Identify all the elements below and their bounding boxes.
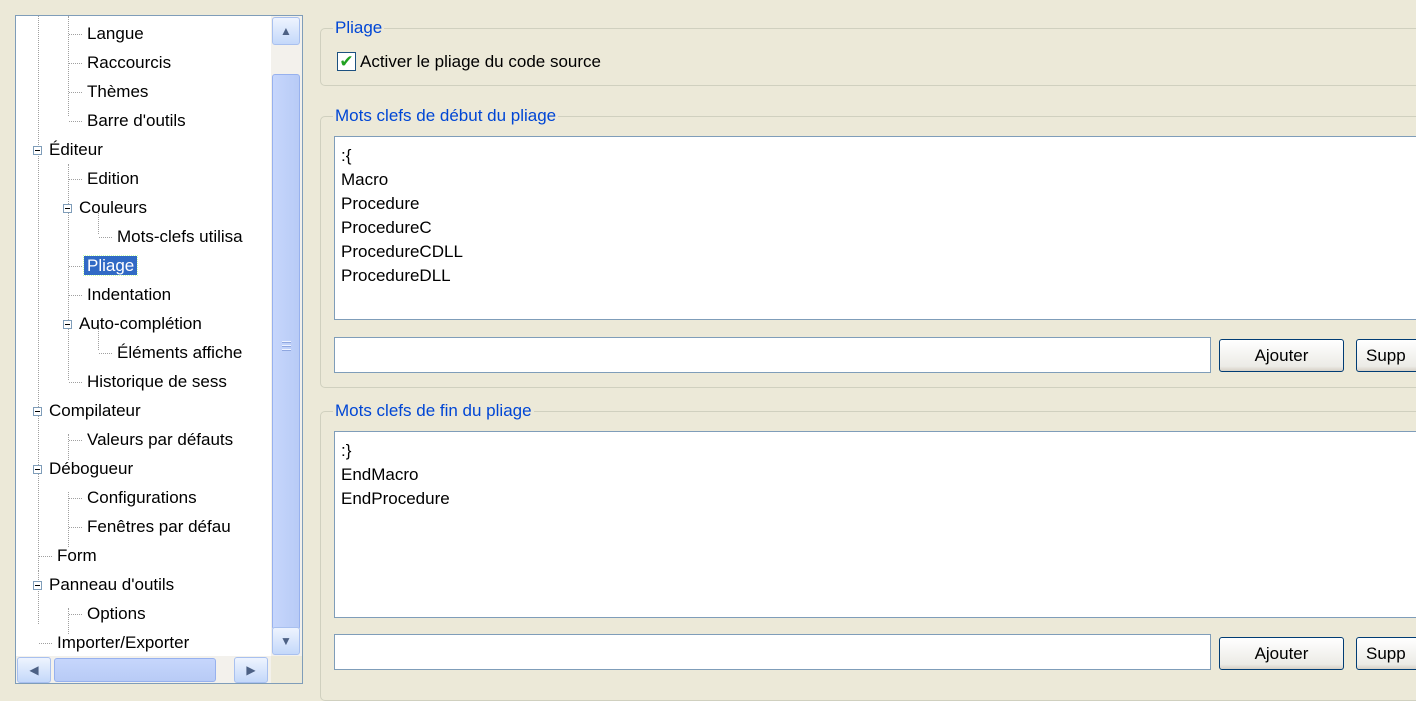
tree-item-label: Couleurs — [79, 198, 148, 217]
tree-item-label: Éléments affiche — [117, 343, 243, 362]
tree-line — [68, 164, 69, 380]
collapse-icon[interactable] — [33, 146, 42, 155]
settings-tree-panel: Langue Raccourcis Thèmes Barre d'outils … — [15, 15, 303, 684]
tree-item-label: Configurations — [87, 488, 197, 507]
add-start-keyword-button[interactable]: Ajouter — [1219, 339, 1344, 372]
tree-item-label: Form — [57, 546, 97, 565]
keyword-list-item[interactable]: :{ — [335, 144, 1416, 168]
tree-item-label: Raccourcis — [87, 53, 172, 72]
tree-line — [68, 492, 69, 547]
tree-item-label: Historique de sess — [87, 372, 227, 391]
tree-horizontal-scrollbar[interactable]: ◀ ▶ — [16, 656, 302, 683]
scroll-thumb[interactable] — [272, 74, 300, 630]
keyword-list-item[interactable]: ProcedureCDLL — [335, 240, 1416, 264]
keyword-list-item[interactable]: Procedure — [335, 192, 1416, 216]
start-keywords-list[interactable]: :{Macro Procedure ProcedureC ProcedureCDLL P… — [334, 136, 1416, 320]
scroll-left-button[interactable]: ◀ — [17, 657, 51, 683]
tree-item-label: Fenêtres par défau — [87, 517, 231, 536]
tree-line — [38, 571, 39, 624]
add-end-keyword-button[interactable]: Ajouter — [1219, 637, 1344, 670]
keyword-list-item[interactable]: :} — [335, 439, 1416, 463]
scroll-down-button[interactable]: ▼ — [272, 627, 300, 655]
tree-item-label: Edition — [87, 169, 139, 188]
tree-item-indentation[interactable]: Indentation — [69, 281, 174, 310]
tree-item-label: Pliage — [82, 255, 139, 276]
tree-item-label: Options — [87, 604, 146, 623]
scroll-right-button[interactable]: ▶ — [234, 657, 268, 683]
end-keywords-list[interactable]: :} EndMacro EndProcedure — [334, 431, 1416, 618]
tree-item-panneau-outils[interactable]: Panneau d'outils — [33, 571, 177, 600]
tree-item-configurations[interactable]: Configurations — [69, 484, 200, 513]
tree-item-valeurs[interactable]: Valeurs par défauts — [69, 426, 236, 455]
tree-item-editeur[interactable]: Éditeur — [33, 136, 106, 165]
tree-item-label: Débogueur — [49, 459, 134, 478]
tree-item-mots-clefs[interactable]: Mots-clefs utilisa — [99, 223, 246, 252]
tree-item-importer-exporter[interactable]: Importer/Exporter — [39, 629, 192, 656]
chevron-right-icon: ▶ — [246, 663, 256, 677]
tree-item-langue[interactable]: Langue — [69, 20, 147, 49]
tree-item-label: Compilateur — [49, 401, 141, 420]
tree-item-label: Panneau d'outils — [49, 575, 175, 594]
tree-item-themes[interactable]: Thèmes — [69, 78, 151, 107]
keyword-list-item[interactable]: EndMacro — [335, 463, 1416, 487]
tree-item-elements-affiches[interactable]: Éléments affiche — [99, 339, 245, 368]
collapse-icon[interactable] — [33, 581, 42, 590]
tree-item-debogueur[interactable]: Débogueur — [33, 455, 136, 484]
tree-item-historique[interactable]: Historique de sess — [69, 368, 230, 397]
keyword-list-item[interactable]: ProcedureDLL — [335, 264, 1416, 288]
remove-start-keyword-button[interactable]: Supp — [1356, 339, 1416, 372]
tree-item-label: Auto-complétion — [79, 314, 202, 333]
keyword-list-item[interactable]: EndProcedure — [335, 487, 1416, 511]
tree-item-label: Importer/Exporter — [57, 633, 190, 652]
tree-line — [68, 16, 69, 116]
tree-item-edition[interactable]: Edition — [69, 165, 142, 194]
end-keyword-input[interactable] — [334, 634, 1211, 670]
tree-item-label: Valeurs par défauts — [87, 430, 234, 449]
keyword-list-item[interactable]: Macro — [335, 168, 1416, 192]
collapse-icon[interactable] — [33, 465, 42, 474]
keyword-list-item[interactable]: ProcedureC — [335, 216, 1416, 240]
folding-group-title: Pliage — [333, 17, 385, 39]
tree-item-label: Barre d'outils — [87, 111, 186, 130]
horizontal-scroll-thumb[interactable] — [54, 658, 216, 682]
tree-item-label: Éditeur — [49, 140, 103, 159]
tree-item-couleurs[interactable]: Couleurs — [63, 194, 150, 223]
tree-item-raccourcis[interactable]: Raccourcis — [69, 49, 174, 78]
collapse-icon[interactable] — [33, 407, 42, 416]
tree-item-fenetres[interactable]: Fenêtres par défau — [69, 513, 234, 542]
tree-item-auto-completion[interactable]: Auto-complétion — [63, 310, 205, 339]
tree-item-options[interactable]: Options — [69, 600, 149, 629]
chevron-left-icon: ◀ — [29, 663, 39, 677]
scroll-up-button[interactable]: ▲ — [272, 17, 300, 45]
chevron-down-icon: ▼ — [280, 634, 292, 648]
collapse-icon[interactable] — [63, 320, 72, 329]
tree-vertical-scrollbar[interactable]: ▲ ▼ — [271, 16, 302, 656]
start-keywords-title: Mots clefs de début du pliage — [333, 105, 559, 127]
end-keywords-title: Mots clefs de fin du pliage — [333, 400, 534, 422]
tree-item-pliage[interactable]: Pliage — [69, 252, 139, 281]
chevron-up-icon: ▲ — [280, 24, 292, 38]
tree-item-label: Mots-clefs utilisa — [117, 227, 243, 246]
start-keyword-input[interactable] — [334, 337, 1211, 373]
checkmark-icon[interactable]: ✔ — [337, 52, 356, 71]
enable-folding-label: Activer le pliage du code source — [360, 52, 601, 71]
tree-item-form[interactable]: Form — [39, 542, 100, 571]
tree-item-label: Langue — [87, 24, 144, 43]
scrollbar-corner — [271, 656, 302, 683]
collapse-icon[interactable] — [63, 204, 72, 213]
tree-line — [38, 16, 39, 571]
settings-tree[interactable]: Langue Raccourcis Thèmes Barre d'outils … — [16, 16, 271, 656]
tree-item-label: Indentation — [87, 285, 172, 304]
tree-item-barre-outils[interactable]: Barre d'outils — [69, 107, 189, 136]
remove-end-keyword-button[interactable]: Supp — [1356, 637, 1416, 670]
tree-item-compilateur[interactable]: Compilateur — [33, 397, 144, 426]
tree-item-label: Thèmes — [87, 82, 149, 101]
